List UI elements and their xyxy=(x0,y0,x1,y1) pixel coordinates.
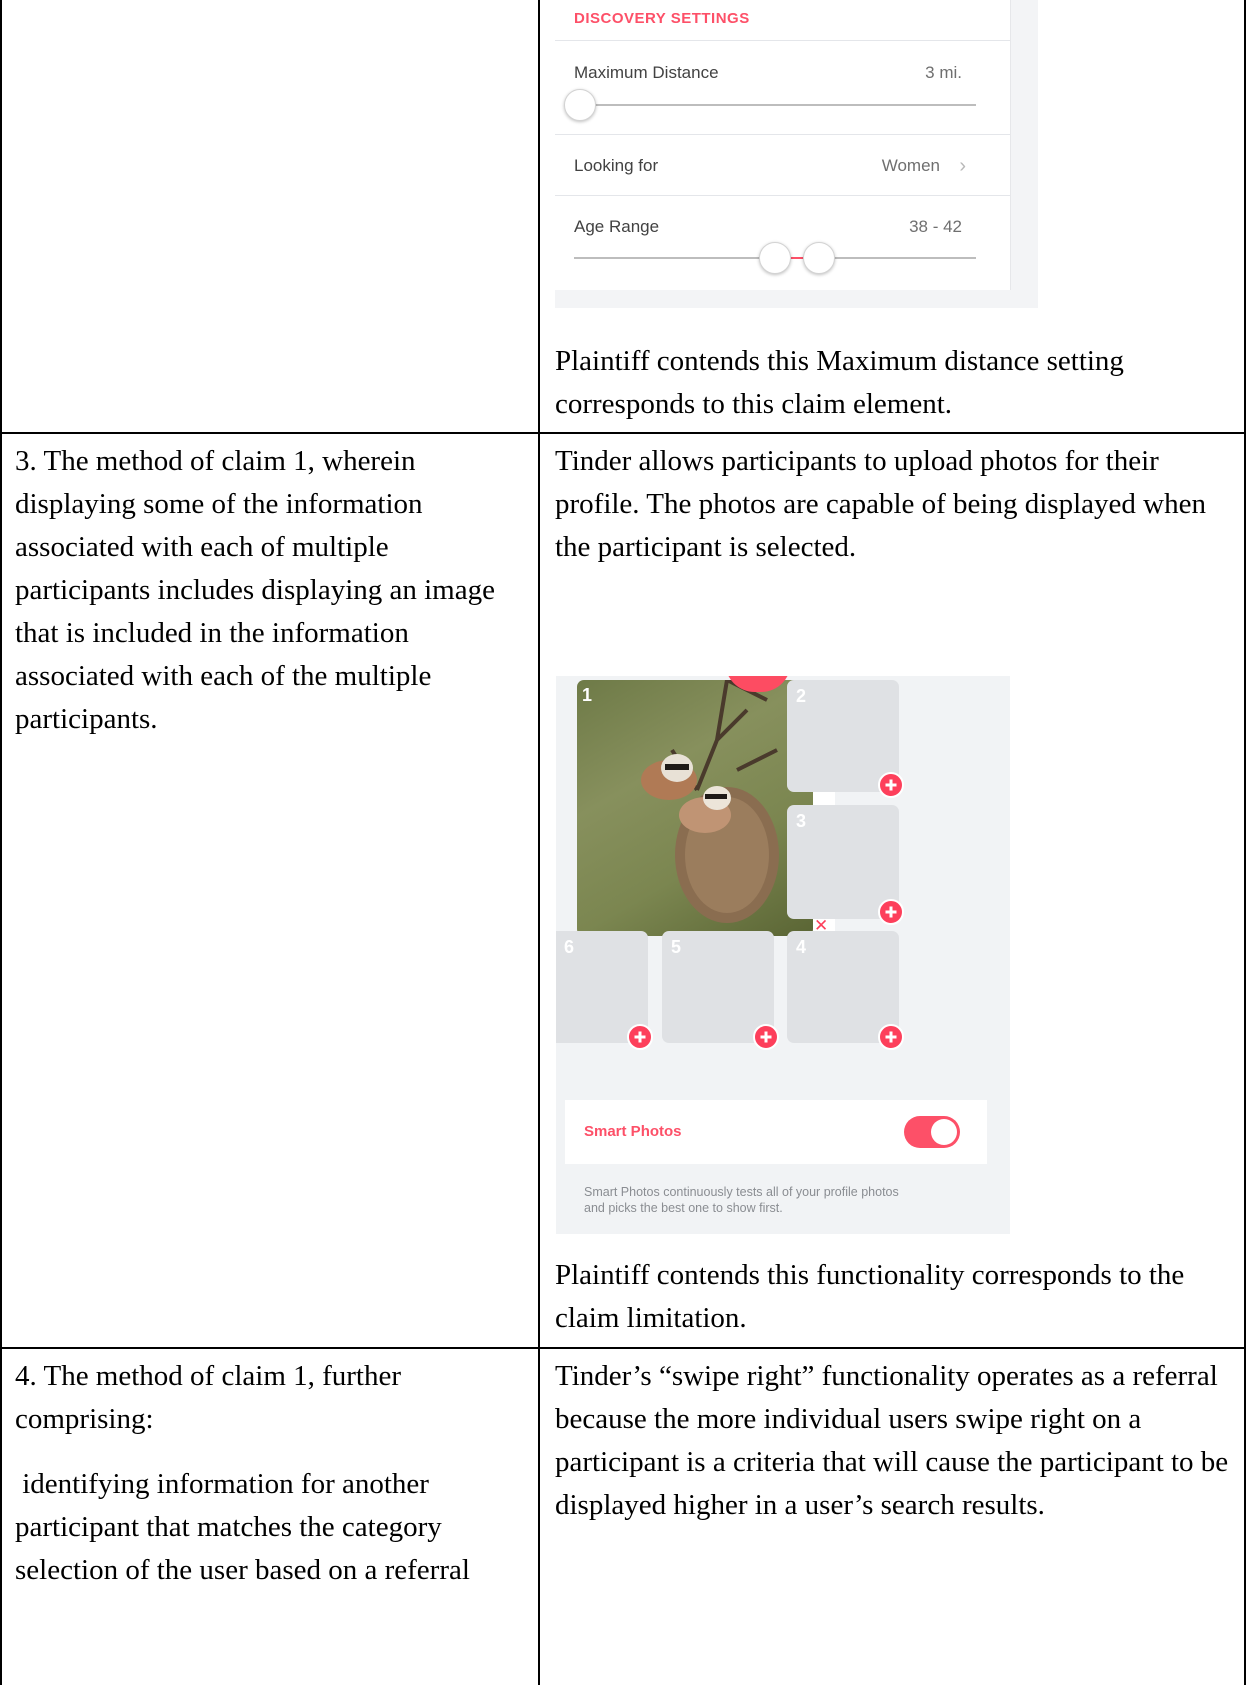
discovery-settings-heading: DISCOVERY SETTINGS xyxy=(574,10,750,27)
add-photo-icon[interactable] xyxy=(878,772,904,798)
slot-number: 4 xyxy=(796,937,807,957)
table-right-border xyxy=(1244,0,1246,1685)
smart-photos-description: Smart Photos continuously tests all of y… xyxy=(584,1185,899,1215)
looking-for-value[interactable]: Women xyxy=(882,156,940,176)
slot-number: 3 xyxy=(796,811,807,831)
row1-caption: Plaintiff contends this Maximum distance… xyxy=(555,345,1124,420)
divider xyxy=(555,40,1010,41)
slot-number: 2 xyxy=(796,686,807,706)
add-photo-icon[interactable] xyxy=(878,899,904,925)
toggle-knob xyxy=(931,1119,957,1145)
row3-description: Tinder’s “swipe right” functionality ope… xyxy=(555,1360,1229,1521)
document-page: DISCOVERY SETTINGS Maximum Distance 3 mi… xyxy=(0,0,1247,1685)
table-row-divider xyxy=(0,1347,1246,1349)
age-slider-min-handle[interactable] xyxy=(759,242,791,274)
slot-number: 5 xyxy=(671,937,682,957)
discovery-settings-screenshot: DISCOVERY SETTINGS Maximum Distance 3 mi… xyxy=(555,0,1038,308)
slot-number: 1 xyxy=(582,685,593,705)
claim-4-line-2: identifying information for another part… xyxy=(15,1468,470,1586)
divider xyxy=(555,134,1010,135)
profile-photo-main[interactable]: 1 xyxy=(577,680,813,936)
smart-photos-toggle[interactable] xyxy=(904,1116,960,1148)
claim-3-text: 3. The method of claim 1, wherein displa… xyxy=(15,445,495,735)
age-slider-max-handle[interactable] xyxy=(803,242,835,274)
add-photo-icon[interactable] xyxy=(878,1024,904,1050)
row2-description: Tinder allows participants to upload pho… xyxy=(555,445,1206,563)
age-range-value: 38 - 42 xyxy=(909,217,962,236)
smart-photos-label: Smart Photos xyxy=(584,1123,682,1140)
distance-slider-track[interactable] xyxy=(581,104,976,106)
chevron-right-icon[interactable]: › xyxy=(959,155,966,178)
max-distance-value: 3 mi. xyxy=(925,63,962,82)
discovery-settings-panel: DISCOVERY SETTINGS Maximum Distance 3 mi… xyxy=(555,0,1011,290)
table-row-divider xyxy=(0,432,1246,434)
smart-photos-row: Smart Photos xyxy=(565,1100,987,1164)
add-photo-icon[interactable] xyxy=(627,1024,653,1050)
age-range-label: Age Range xyxy=(574,217,660,236)
max-distance-label: Maximum Distance xyxy=(574,63,719,82)
looking-for-label: Looking for xyxy=(574,156,659,175)
birds-photo-image xyxy=(641,680,779,923)
profile-photos-screenshot: 1 ✕ 2 3 6 5 4 Smart Photos Smart Photos … xyxy=(556,676,1010,1234)
slot-number: 6 xyxy=(564,937,575,957)
divider xyxy=(555,195,1010,196)
row2-caption: Plaintiff contends this functionality co… xyxy=(555,1259,1185,1334)
claim-4-text: 4. The method of claim 1, further compri… xyxy=(15,1355,530,1592)
table-left-border xyxy=(0,0,2,1685)
settings-footer xyxy=(555,290,1038,308)
add-photo-icon[interactable] xyxy=(753,1024,779,1050)
claim-4-line-1: 4. The method of claim 1, further compri… xyxy=(15,1360,402,1435)
distance-slider-handle[interactable] xyxy=(564,89,596,121)
table-column-divider xyxy=(538,0,540,1685)
